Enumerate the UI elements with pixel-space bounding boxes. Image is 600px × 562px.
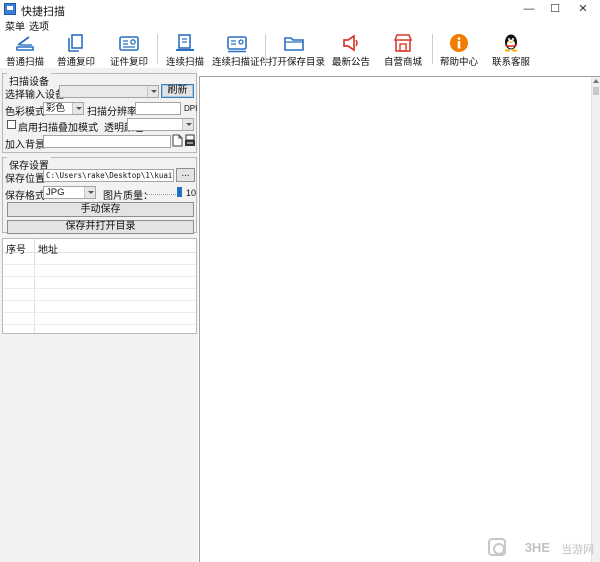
- resolution-input[interactable]: [135, 102, 181, 115]
- manual-save-button[interactable]: 手动保存: [7, 202, 194, 217]
- vertical-scrollbar[interactable]: [591, 77, 600, 562]
- save-location-input[interactable]: C:\Users\rake\Desktop\1\kuaijiesa: [43, 169, 174, 182]
- continuous-id-scan-icon: [227, 36, 247, 53]
- overlay-mode-label: 启用扫描叠加模式: [18, 123, 98, 134]
- menu-main[interactable]: 菜单: [5, 18, 25, 33]
- watermark-text: 当游网: [561, 544, 594, 556]
- eraser-icon[interactable]: [184, 134, 196, 147]
- toolbar-label: 连续扫描证件: [212, 57, 270, 68]
- toolbar-label: 自营商城: [383, 57, 422, 68]
- chevron-down-icon: [182, 119, 193, 130]
- dpi-unit: DPI: [184, 104, 198, 113]
- save-and-open-folder-button[interactable]: 保存并打开目录: [7, 220, 194, 234]
- quality-slider-thumb[interactable]: [177, 187, 182, 197]
- table-row: [3, 266, 196, 277]
- table-row: [3, 290, 196, 301]
- toolbar: 普通扫描 普通复印 证件复印 连续扫描 连续扫描证件 打开保存目录 最新公告 自…: [0, 32, 600, 68]
- toolbar-normal-copy[interactable]: 普通复印: [52, 32, 100, 68]
- toolbar-label: 打开保存目录: [268, 57, 326, 68]
- toolbar-label: 证件复印: [109, 57, 148, 68]
- menu-options[interactable]: 选项: [29, 18, 49, 33]
- table-row: [3, 278, 196, 289]
- toolbar-label: 联系客服: [491, 57, 530, 68]
- toolbar-contact-support[interactable]: 联系客服: [490, 32, 532, 68]
- saved-files-list[interactable]: 序号 地址: [2, 238, 197, 334]
- toolbar-store[interactable]: 自营商城: [382, 32, 424, 68]
- toolbar-separator: [265, 34, 266, 64]
- chevron-down-icon: [72, 103, 83, 114]
- toolbar-normal-scan[interactable]: 普通扫描: [2, 32, 48, 68]
- overlay-mode-checkbox[interactable]: [7, 120, 16, 129]
- chevron-down-icon: [147, 86, 158, 97]
- color-mode-select[interactable]: 彩色: [43, 102, 84, 115]
- scanner-icon: [16, 36, 34, 51]
- toolbar-label: 帮助中心: [439, 57, 478, 68]
- title-bar: 快捷扫描 — ☐ ✕: [0, 0, 600, 18]
- file-icon[interactable]: [172, 134, 183, 147]
- save-format-select[interactable]: JPG: [43, 186, 96, 199]
- refresh-button[interactable]: 刷新: [161, 84, 194, 98]
- browse-button[interactable]: ...: [176, 168, 195, 182]
- toolbar-label: 普通复印: [56, 57, 95, 68]
- toolbar-id-copy[interactable]: 证件复印: [104, 32, 154, 68]
- toolbar-separator: [432, 34, 433, 64]
- preview-area[interactable]: [199, 76, 600, 562]
- qq-penguin-icon: [505, 34, 517, 52]
- background-input[interactable]: [43, 135, 171, 148]
- table-row: [3, 254, 196, 265]
- toolbar-continuous-id-scan[interactable]: 连续扫描证件: [212, 32, 270, 68]
- toolbar-label: 连续扫描: [165, 57, 204, 68]
- toolbar-open-save-folder[interactable]: 打开保存目录: [268, 32, 326, 68]
- device-select[interactable]: [59, 85, 159, 98]
- window-title: 快捷扫描: [21, 6, 65, 18]
- copy-icon: [68, 34, 83, 52]
- watermark-logo-icon: [488, 538, 506, 556]
- watermark: 3HE 当游网: [444, 538, 594, 558]
- scrollbar-thumb[interactable]: [593, 87, 599, 95]
- toolbar-label: 最新公告: [331, 57, 370, 68]
- menu-bar: 菜单 选项: [0, 18, 600, 33]
- info-icon: [450, 34, 468, 52]
- list-header: 序号 地址: [3, 239, 196, 256]
- toolbar-label: 普通扫描: [5, 57, 44, 68]
- toolbar-separator: [157, 34, 158, 64]
- transparent-color-select[interactable]: [127, 118, 194, 131]
- scan-device-group: 扫描设备 选择输入设备： 刷新 色彩模式： 彩色 扫描分辨率： DPI 启用扫描…: [2, 73, 197, 153]
- close-button[interactable]: ✕: [571, 0, 595, 18]
- app-icon: [4, 3, 16, 15]
- scroll-up-arrow-icon[interactable]: [593, 79, 599, 83]
- toolbar-continuous-scan[interactable]: 连续扫描: [160, 32, 210, 68]
- watermark-brand: 3HE: [524, 540, 550, 555]
- minimize-button[interactable]: —: [517, 0, 541, 18]
- store-icon: [393, 34, 413, 52]
- image-quality-value: 10: [186, 188, 197, 198]
- chevron-down-icon: [84, 187, 95, 198]
- id-card-icon: [119, 36, 139, 51]
- continuous-scan-icon: [176, 34, 194, 51]
- toolbar-help-center[interactable]: 帮助中心: [438, 32, 480, 68]
- toolbar-announcements[interactable]: 最新公告: [330, 32, 372, 68]
- megaphone-icon: [343, 34, 358, 52]
- table-row: [3, 314, 196, 325]
- save-settings-group: 保存设置 保存位置： C:\Users\rake\Desktop\1\kuaij…: [2, 157, 197, 234]
- maximize-button[interactable]: ☐: [543, 0, 567, 18]
- folder-icon: [284, 37, 304, 51]
- table-row: [3, 302, 196, 313]
